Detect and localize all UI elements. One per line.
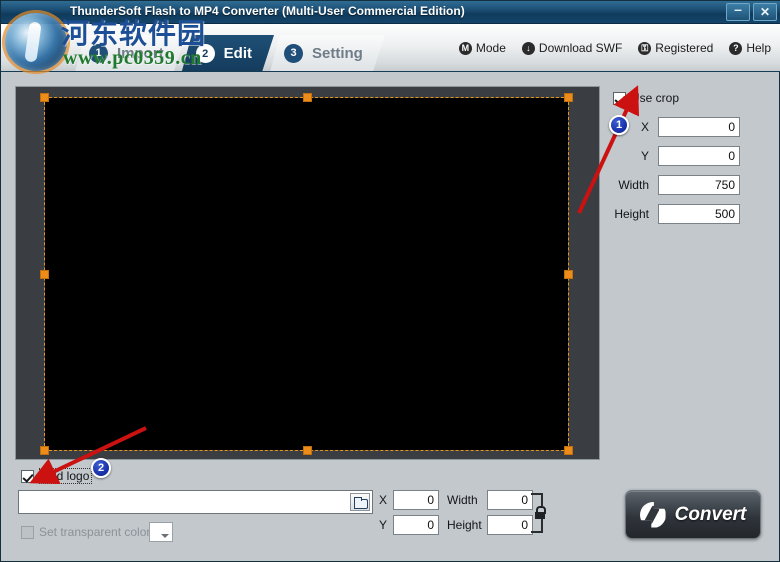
crop-width-input[interactable]: 750	[658, 175, 740, 195]
help-icon: ?	[729, 41, 743, 55]
transparent-color-swatch[interactable]	[149, 522, 173, 542]
use-crop-checkbox-box	[613, 91, 626, 105]
mode-icon: M	[458, 41, 472, 55]
toolbar: 1 Import 2 Edit 3 Setting M Mode ↓ Downl…	[1, 24, 780, 72]
crop-height-label: Height	[614, 207, 649, 221]
tab-import-label: Import	[117, 44, 164, 62]
crop-selection-box[interactable]	[40, 93, 573, 455]
logo-y-label: Y	[379, 518, 388, 532]
logo-width-input[interactable]: 0	[487, 490, 533, 510]
menu-item-help-label: Help	[746, 41, 771, 55]
minimize-button[interactable]: –	[726, 2, 750, 21]
crop-height-row: Height 500	[613, 204, 773, 224]
aspect-lock-icon[interactable]	[529, 491, 551, 535]
crop-handle-se[interactable]	[564, 446, 573, 455]
lock-icon	[534, 506, 546, 519]
logo-position-fields: X 0 Width 0 Y 0 Height 0	[379, 490, 533, 540]
convert-button-label: Convert	[674, 503, 747, 525]
logo-height-label: Height	[447, 518, 482, 532]
annotation-badge-2: 2	[91, 458, 111, 478]
crop-handle-w[interactable]	[40, 270, 49, 279]
use-crop-label: Use crop	[631, 91, 680, 105]
convert-button[interactable]: Convert	[625, 490, 761, 539]
crop-width-row: Width 750	[613, 175, 773, 195]
menu-item-registered-label: Registered	[655, 41, 714, 55]
refresh-convert-icon	[639, 501, 666, 528]
set-transparent-color-label: Set transparent color	[39, 525, 151, 539]
logo-x-input[interactable]: 0	[393, 490, 439, 510]
menu-item-registered[interactable]: ⚿ Registered	[638, 41, 713, 55]
add-logo-label: Add logo	[39, 468, 93, 484]
window-title: ThunderSoft Flash to MP4 Converter (Mult…	[70, 4, 465, 18]
tab-edit-label: Edit	[223, 45, 253, 62]
tab-edit-number: 2	[196, 44, 215, 63]
app-window: ThunderSoft Flash to MP4 Converter (Mult…	[0, 0, 780, 562]
crop-y-input[interactable]: 0	[658, 146, 740, 166]
logo-path-input[interactable]	[18, 490, 373, 514]
logo-width-label: Width	[447, 493, 478, 507]
logo-browse-button[interactable]	[350, 493, 370, 511]
add-logo-checkbox[interactable]: Add logo	[21, 468, 93, 484]
logo-x-label: X	[379, 493, 388, 507]
video-preview-area[interactable]	[15, 86, 600, 460]
tab-edit[interactable]: 2 Edit	[182, 35, 274, 72]
menu-item-download-swf[interactable]: ↓ Download SWF	[521, 41, 623, 55]
tab-import[interactable]: 1 Import	[75, 35, 186, 72]
crop-handle-ne[interactable]	[564, 93, 573, 102]
crop-handle-sw[interactable]	[40, 446, 49, 455]
tab-import-number: 1	[89, 44, 108, 63]
folder-open-icon	[353, 497, 368, 509]
set-transparent-color-checkbox: Set transparent color	[21, 525, 150, 539]
crop-handle-n[interactable]	[302, 93, 312, 102]
crop-height-input[interactable]: 500	[658, 204, 740, 224]
menu-item-mode[interactable]: M Mode	[458, 41, 506, 55]
key-icon: ⚿	[638, 41, 652, 55]
tab-setting-label: Setting	[312, 44, 363, 62]
close-button[interactable]: ✕	[753, 3, 777, 21]
menu-item-download-swf-label: Download SWF	[538, 41, 623, 55]
tab-setting-number: 3	[284, 44, 303, 63]
crop-width-label: Width	[618, 178, 649, 192]
logo-y-height-row: Y 0 Height 0	[379, 515, 533, 535]
crop-handle-s[interactable]	[302, 446, 312, 455]
menu-item-mode-label: Mode	[475, 41, 506, 55]
tab-setting[interactable]: 3 Setting	[270, 35, 385, 72]
crop-y-row: Y 0	[613, 146, 773, 166]
title-bar: ThunderSoft Flash to MP4 Converter (Mult…	[1, 1, 780, 24]
crop-y-label: Y	[640, 149, 649, 163]
window-controls: – ✕	[726, 2, 777, 21]
crop-handle-e[interactable]	[564, 270, 573, 279]
tab-bar: 1 Import 2 Edit 3 Setting	[75, 35, 381, 72]
crop-handle-nw[interactable]	[40, 93, 49, 102]
menu-item-help[interactable]: ? Help	[729, 41, 771, 55]
crop-x-input[interactable]: 0	[658, 117, 740, 137]
logo-height-input[interactable]: 0	[487, 515, 533, 535]
logo-y-input[interactable]: 0	[393, 515, 439, 535]
annotation-badge-1: 1	[609, 115, 629, 135]
add-logo-checkbox-box	[21, 469, 34, 483]
use-crop-checkbox[interactable]: Use crop	[613, 91, 773, 105]
toolbar-menu: M Mode ↓ Download SWF ⚿ Registered ? Hel…	[458, 41, 771, 55]
logo-x-width-row: X 0 Width 0	[379, 490, 533, 510]
download-icon: ↓	[521, 41, 535, 55]
crop-settings-panel: Use crop X 0 Y 0 Width 750 Height 500	[613, 91, 773, 233]
crop-x-row: X 0	[613, 117, 773, 137]
set-transparent-color-checkbox-box	[21, 525, 34, 539]
